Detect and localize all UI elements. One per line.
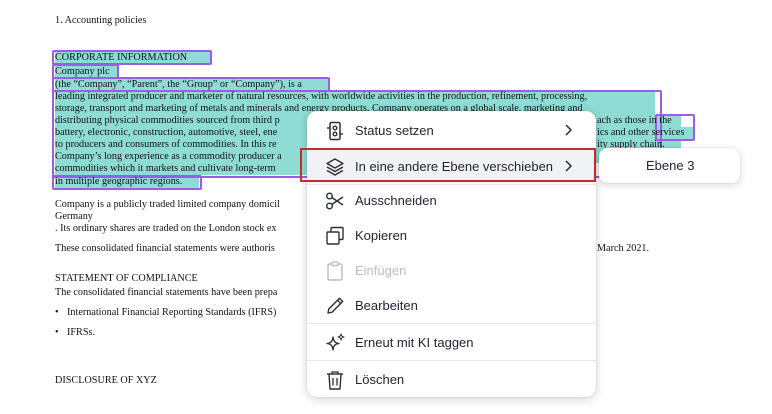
para-line: to producers and consumers of commoditie… (55, 139, 277, 150)
menu-item-ausschneiden[interactable]: Ausschneiden (307, 182, 596, 218)
menu-item-loeschen[interactable]: Löschen (307, 361, 596, 397)
copy-icon (326, 226, 344, 245)
listing-line: . Its ordinary shares are traded on the … (55, 223, 277, 234)
authorised-right: March 2021. (597, 243, 650, 254)
heading-accounting-policies: 1. Accounting policies (55, 15, 147, 26)
menu-item-label: Status setzen (355, 122, 434, 138)
bullet-dot: • (55, 307, 59, 318)
listing-line: Company is a publicly traded limited com… (55, 199, 280, 210)
para-line: commodities which it markets and cultiva… (55, 163, 276, 174)
listing-line: Germany (55, 211, 93, 222)
corporate-info-title: CORPORATE INFORMATION (55, 52, 188, 63)
sparkle-icon (326, 333, 345, 351)
menu-item-label: Einfügen (355, 262, 407, 278)
para-line: distributing physical commodities source… (55, 115, 280, 126)
menu-item-label: Erneut mit KI taggen (355, 334, 474, 350)
menu-item-einfuegen[interactable]: Einfügen (307, 252, 596, 288)
menu-item-kopieren[interactable]: Kopieren (307, 217, 596, 253)
company-name: Company plc (55, 66, 110, 77)
edit-icon (327, 297, 344, 314)
menu-item-label: Ausschneiden (355, 192, 437, 208)
para-line: Company’s long experience as a commodity… (55, 151, 282, 162)
bullet-item: IFRSs. (67, 327, 96, 338)
authorised-line: These consolidated financial statements … (55, 243, 275, 254)
bullet-dot: • (55, 327, 59, 338)
menu-item-label: Kopieren (355, 227, 408, 243)
disclosure-title: DISCLOSURE OF XYZ (55, 375, 157, 386)
chevron-right-icon (565, 124, 573, 136)
submenu-layers: Ebene 3 (599, 148, 740, 183)
paste-icon (327, 261, 343, 281)
compliance-text: The consolidated financial statements ha… (55, 287, 278, 298)
menu-item-status-setzen[interactable]: Status setzen (307, 112, 596, 148)
bullet-item: International Financial Reporting Standa… (67, 307, 277, 318)
scissors-icon (326, 192, 344, 210)
focus-highlight-box (300, 148, 596, 182)
para-line: battery, electronic, construction, autom… (55, 127, 278, 138)
para-line: leading integrated producer and marketer… (55, 91, 588, 102)
menu-item-label: Bearbeiten (355, 297, 418, 313)
para-line: in multiple geographic regions. (55, 176, 183, 187)
submenu-item-ebene-3[interactable]: Ebene 3 (646, 158, 694, 173)
status-icon (327, 121, 343, 141)
para-line: (the “Company”, “Parent”, the “Group” or… (55, 79, 302, 90)
trash-icon (327, 371, 343, 390)
menu-item-ki-taggen[interactable]: Erneut mit KI taggen (307, 324, 596, 360)
menu-item-bearbeiten[interactable]: Bearbeiten (307, 287, 596, 323)
para-right-fragment: ics and other services (597, 127, 685, 138)
para-right-fragment: ach as those in the (597, 115, 672, 126)
menu-item-label: Löschen (355, 371, 405, 387)
compliance-title: STATEMENT OF COMPLIANCE (55, 273, 198, 284)
